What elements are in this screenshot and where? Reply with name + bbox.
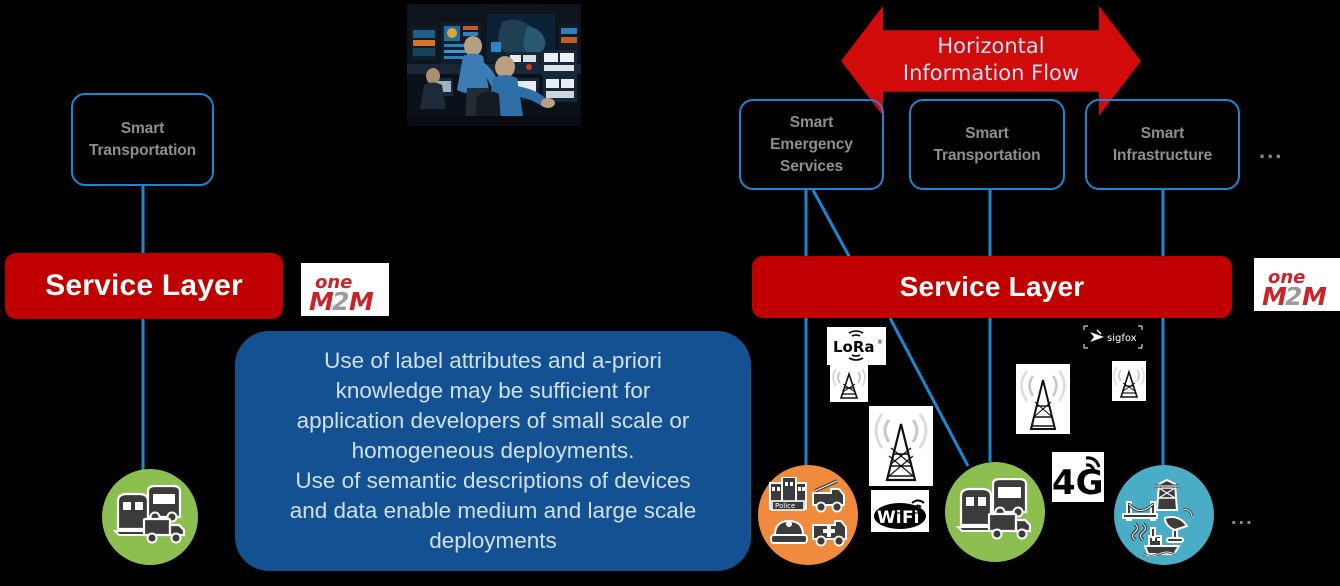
wifi-logo: Wi Fi	[871, 490, 929, 532]
svg-text:Police: Police	[775, 502, 795, 510]
control-room-photo	[407, 4, 581, 126]
domain-box-smart-emergency-services[interactable]: Smart Emergency Services	[739, 99, 884, 190]
info-line-4: homogeneous deployments.	[351, 437, 635, 463]
cell-tower-icon-1	[830, 362, 868, 402]
info-line-7: deployments	[429, 528, 557, 554]
node-circle-transport-right[interactable]	[945, 462, 1045, 562]
svg-text:LoRa: LoRa	[833, 338, 875, 356]
domain-box-line2: Infrastructure	[1112, 146, 1213, 164]
svg-text:sigfox: sigfox	[1107, 333, 1137, 344]
svg-text:®: ®	[877, 339, 883, 346]
node-circle-transport-left[interactable]	[102, 469, 198, 565]
info-line-3: application developers of small scale or	[296, 407, 690, 433]
sigfox-logo: sigfox	[1080, 324, 1146, 350]
domain-box-line1: Smart	[120, 119, 165, 137]
domain-box-line1: Smart	[789, 113, 834, 131]
domain-box-line2: Transportation	[933, 146, 1041, 164]
onem2m-logo-right: one M 2 M	[1254, 258, 1340, 311]
svg-text:2: 2	[332, 287, 349, 316]
ellipsis-node-circles: ...	[1231, 507, 1254, 529]
domain-box-line2: Transportation	[88, 141, 197, 159]
cell-tower-icon-3	[1016, 364, 1070, 434]
info-line-2: knowledge may be sufficient for	[335, 377, 651, 403]
svg-text:Wi: Wi	[877, 508, 902, 528]
service-layer-bar-right[interactable]: Service Layer	[752, 256, 1232, 318]
svg-text:M: M	[1302, 282, 1327, 311]
service-layer-bar-left[interactable]: Service Layer	[5, 253, 283, 319]
info-line-1: Use of label attributes and a-priori	[324, 347, 662, 373]
svg-text:2: 2	[1285, 282, 1302, 311]
domain-box-line1: Smart	[965, 124, 1009, 142]
domain-box-smart-transportation-right[interactable]: Smart Transportation	[909, 99, 1065, 190]
cell-tower-icon-4	[1112, 361, 1146, 401]
fourg-logo: 4G	[1052, 452, 1104, 502]
diagram-canvas: Smart Transportation Service Layer one M…	[0, 0, 1340, 586]
onem2m-logo-left: one M 2 M	[301, 263, 389, 316]
info-line-5: Use of semantic descriptions of devices	[295, 468, 691, 494]
arrow-label-line1: Horizontal	[937, 34, 1045, 58]
horizontal-information-flow-label: Horizontal Information Flow	[881, 33, 1101, 87]
service-layer-label: Service Layer	[45, 269, 243, 302]
arrow-label-line2: Information Flow	[902, 60, 1080, 85]
info-line-6: and data enable medium and large scale	[289, 498, 697, 524]
domain-box-line1: Smart	[1140, 124, 1185, 142]
ellipsis-domains: ...	[1259, 138, 1284, 163]
svg-text:M: M	[349, 287, 374, 316]
domain-box-smart-infrastructure[interactable]: Smart Infrastructure	[1085, 99, 1240, 190]
domain-box-smart-transportation-left[interactable]: Smart Transportation	[71, 93, 214, 186]
svg-text:M: M	[309, 287, 334, 316]
node-circle-infrastructure[interactable]	[1114, 465, 1214, 565]
cell-tower-icon-2	[869, 406, 933, 486]
svg-text:4G: 4G	[1052, 463, 1104, 502]
info-callout-box: Use of label attributes and a-priori kno…	[235, 331, 751, 571]
svg-text:M: M	[1262, 282, 1287, 311]
lora-logo: LoRa ®	[827, 327, 886, 365]
node-circle-emergency-services[interactable]: Police	[758, 465, 858, 565]
domain-box-line2: Emergency	[770, 135, 853, 153]
service-layer-label: Service Layer	[899, 271, 1085, 302]
domain-box-line3: Services	[780, 157, 843, 175]
